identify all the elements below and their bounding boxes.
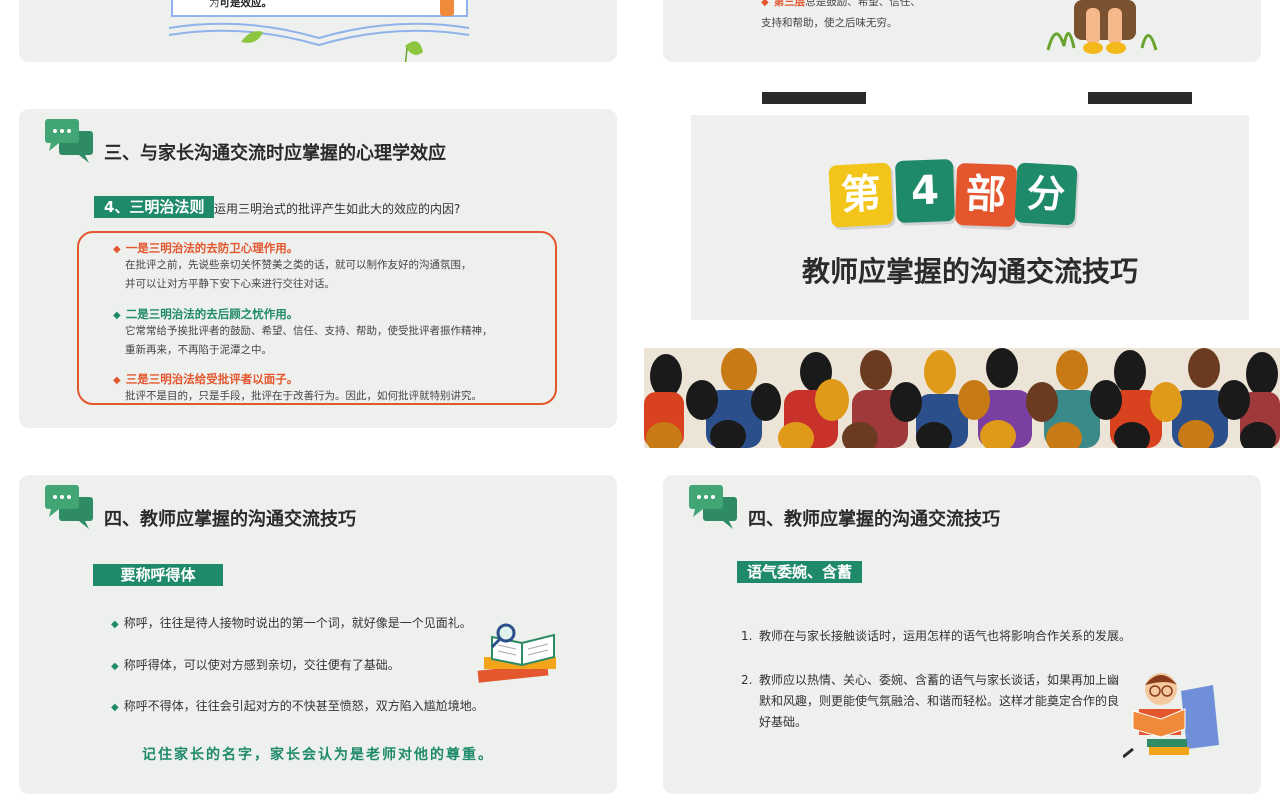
section-tag: 要称呼得体: [93, 564, 223, 586]
child-reading-illustration: [1046, 0, 1158, 54]
bullet-item-1: ◆ 称呼，往往是待人接物时说出的第一个词，就好像是一个见面礼。: [111, 616, 472, 630]
diamond-icon: ◆: [113, 375, 121, 386]
slide-card-3: 三、与家长沟通交流时应掌握的心理学效应 4、三明治法则 运用三明治式的批评产生如…: [19, 109, 617, 428]
reason-item-2: ◆ 二是三明治法的去后顾之忧作用。 它常常给予挨批评者的鼓励、希望、信任、支持、帮…: [113, 307, 493, 356]
part-char-4: 分: [1014, 162, 1078, 226]
part-char-2: 4: [894, 159, 956, 223]
slide-card-2: ◆ 第三层总是鼓励、希望、信任、 支持和帮助，使之后味无穷。: [663, 0, 1261, 62]
reason-item-3: ◆ 三是三明治法给受批评者以面子。 批评不是目的，只是手段，批评在于改善行为。因此…: [113, 372, 482, 402]
numbered-item-1: 1. 教师在与家长接触谈话时，运用怎样的语气也将影响合作关系的发展。: [741, 629, 1132, 643]
card-title: 三、与家长沟通交流时应掌握的心理学效应: [104, 143, 446, 164]
card-title: 四、教师应掌握的沟通交流技巧: [104, 509, 356, 530]
diamond-icon: ◆: [111, 619, 119, 630]
audience-illustration: [644, 348, 1280, 448]
bullet-item-3: ◆ 称呼不得体，往往会引起对方的不快甚至愤怒，双方陷入尴尬境地。: [111, 699, 484, 713]
section-tag: 4、三明治法则: [94, 196, 215, 218]
bullet-item-2: ◆ 称呼得体，可以使对方感到亲切，交往便有了基础。: [111, 658, 400, 672]
section-subtitle: 教师应掌握的沟通交流技巧: [801, 255, 1138, 288]
chat-bubble-icon: [45, 119, 93, 163]
reasons-box: ◆ 一是三明治法的去防卫心理作用。 在批评之前，先说些亲切关怀赞美之类的话，就可以…: [77, 231, 557, 405]
slide-card-1: 为可是效应。: [19, 0, 617, 62]
footer-slogan: 记住家长的名字，家长会认为是老师对他的尊重。: [142, 747, 494, 763]
part-char-3: 部: [954, 162, 1018, 228]
fragment-line-2: 支持和帮助，使之后味无穷。: [761, 17, 898, 29]
slide-card-5: 四、教师应掌握的沟通交流技巧 要称呼得体 ◆ 称呼，往往是待人接物时说出的第一个词…: [19, 475, 617, 794]
diamond-icon: ◆: [111, 702, 119, 713]
section-tag: 语气委婉、含蓄: [737, 561, 863, 583]
diamond-icon: ◆: [111, 661, 119, 672]
fragment-line-1: ◆ 第三层总是鼓励、希望、信任、: [761, 0, 921, 12]
section-title-slide: 第 4 部 分 教师应掌握的沟通交流技巧: [644, 88, 1280, 448]
fragment-text: 为可是效应。: [209, 0, 272, 9]
diamond-icon: ◆: [113, 244, 121, 255]
top-bar-left: [762, 92, 866, 104]
kid-reading-illustration: [1123, 673, 1219, 759]
numbered-item-2: 2. 教师应以热情、关心、委婉、含蓄的语气与家长谈话，如果再加上幽 默和风趣，则更…: [741, 673, 1120, 729]
books-magnifier-illustration: [477, 623, 556, 683]
slide-card-6: 四、教师应掌握的沟通交流技巧 语气委婉、含蓄 1. 教师在与家长接触谈话时，运用怎…: [663, 475, 1261, 794]
diamond-icon: ◆: [761, 0, 769, 8]
open-book-illustration: [168, 0, 470, 62]
chat-bubble-icon: [45, 485, 93, 529]
reason-item-1: ◆ 一是三明治法的去防卫心理作用。 在批评之前，先说些亲切关怀赞美之类的话，就可以…: [113, 241, 472, 290]
question-text: 运用三明治式的批评产生如此大的效应的内因?: [214, 202, 461, 216]
card-title: 四、教师应掌握的沟通交流技巧: [748, 509, 1000, 530]
part-char-1: 第: [828, 162, 894, 228]
chat-bubble-icon: [689, 485, 737, 529]
diamond-icon: ◆: [113, 310, 121, 321]
top-bar-right: [1088, 92, 1192, 104]
